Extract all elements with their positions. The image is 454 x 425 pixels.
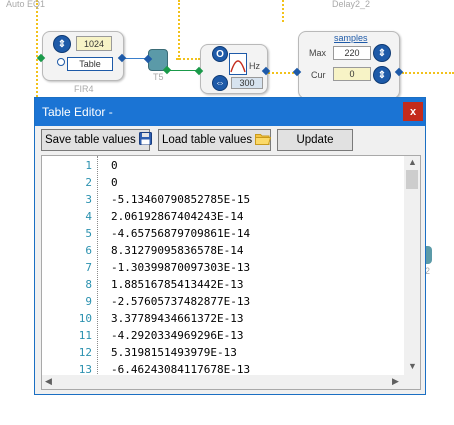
wire-out-right: [402, 72, 454, 74]
table-row[interactable]: 3 -5.13460790852785E-15: [42, 191, 402, 208]
delay-label: Delay2_2: [332, 0, 371, 9]
table-editor-window: Table Editor - x Save table values Load …: [34, 97, 426, 395]
filter-hz-label: Hz: [249, 61, 260, 71]
table-values-editor[interactable]: 1 0 2 0 3 -5.13460790852785E-15 4 2.06192867404…: [41, 155, 421, 390]
wire-vertical-right: [282, 0, 284, 22]
scroll-up-icon[interactable]: ▲: [408, 157, 417, 167]
line-number: 9: [85, 295, 92, 308]
scroll-left-icon[interactable]: ◀: [45, 376, 52, 387]
table-row[interactable]: 20: [42, 174, 402, 191]
line-number: 6: [85, 244, 92, 257]
table-value[interactable]: 0: [111, 174, 118, 191]
wire-vertical-left: [36, 0, 38, 97]
table-row[interactable]: 8 1.88516785413442E-13: [42, 276, 402, 293]
delay-max-value[interactable]: 220: [333, 46, 371, 60]
filter-knob-icon[interactable]: ⇔: [212, 75, 228, 91]
scrollbar-corner: [404, 375, 420, 389]
fir-table-button[interactable]: Table: [67, 57, 113, 71]
update-button-label: Update: [296, 134, 334, 146]
auto-eq-label: Auto EQ1: [6, 0, 46, 9]
table-value[interactable]: 2.06192867404243E-14: [111, 208, 243, 225]
line-number: 12: [78, 346, 92, 359]
table-row[interactable]: 4 2.06192867404243E-14: [42, 208, 402, 225]
save-table-values-button[interactable]: Save table values: [41, 129, 152, 151]
scroll-right-icon[interactable]: ▶: [392, 376, 399, 387]
table-value[interactable]: 1.88516785413442E-13: [111, 276, 243, 293]
filter-power-icon[interactable]: O: [212, 46, 228, 62]
load-table-values-button[interactable]: Load table values: [158, 129, 272, 151]
table-row[interactable]: 7 -1.30399870097303E-13: [42, 259, 402, 276]
line-number: 2: [85, 176, 92, 189]
delay-cur-value[interactable]: 0: [333, 67, 371, 81]
horizontal-scrollbar[interactable]: ◀ ▶: [42, 375, 404, 389]
table-value[interactable]: -2.57605737482877E-13: [111, 293, 250, 310]
line-number: 4: [85, 210, 92, 223]
table-value[interactable]: -1.30399870097303E-13: [111, 259, 250, 276]
update-button[interactable]: Update: [277, 129, 353, 151]
table-row[interactable]: 5 -4.65756879709861E-14: [42, 225, 402, 242]
delay-cur-knob-icon[interactable]: ⇕: [373, 66, 391, 84]
line-number: 8: [85, 278, 92, 291]
table-row[interactable]: 12 5.3198151493979E-13: [42, 344, 402, 361]
line-number: 10: [78, 312, 92, 325]
schematic-canvas[interactable]: Auto EQ1 Delay2_2 ⇕ 1024 Table FIR4 T5 O…: [0, 0, 454, 99]
filter-block[interactable]: O Hz ⇔ 300: [200, 44, 268, 94]
fir-value[interactable]: 1024: [76, 36, 112, 51]
table-value[interactable]: -4.65756879709861E-14: [111, 225, 250, 242]
table-value[interactable]: -4.2920334969296E-13: [111, 327, 243, 344]
line-number: 3: [85, 193, 92, 206]
ts-output-port[interactable]: [162, 65, 172, 75]
line-number: 11: [78, 329, 92, 342]
vertical-scroll-thumb[interactable]: [406, 170, 418, 189]
table-row[interactable]: 11 -4.2920334969296E-13: [42, 327, 402, 344]
ts-label: T5: [153, 72, 164, 82]
delay-cur-label: Cur: [311, 70, 326, 80]
table-row[interactable]: 10: [42, 157, 402, 174]
line-number: 7: [85, 261, 92, 274]
vertical-scrollbar[interactable]: ▲ ▼: [404, 156, 420, 376]
fir-block[interactable]: ⇕ 1024 Table: [42, 31, 124, 81]
save-button-label: Save table values: [45, 134, 136, 146]
folder-icon: [255, 132, 272, 148]
table-value[interactable]: -5.13460790852785E-15: [111, 191, 250, 208]
window-title: Table Editor -: [42, 105, 113, 119]
side-block-fragment[interactable]: [426, 246, 432, 264]
line-number: 1: [85, 159, 92, 172]
table-value[interactable]: 8.31279095836578E-14: [111, 242, 243, 259]
floppy-disk-icon: [138, 132, 152, 148]
wire-horizontal-mid: [176, 58, 200, 60]
table-row[interactable]: 6 8.31279095836578E-14: [42, 242, 402, 259]
fir-knob-icon[interactable]: ⇕: [53, 35, 71, 53]
wire-vertical-mid: [178, 0, 180, 60]
table-row[interactable]: 9 -2.57605737482877E-13: [42, 293, 402, 310]
delay-max-knob-icon[interactable]: ⇕: [373, 44, 391, 62]
fir-label: FIR4: [74, 84, 94, 94]
table-row[interactable]: 10 3.37789434661372E-13: [42, 310, 402, 327]
close-button[interactable]: x: [403, 102, 423, 121]
filter-curve-icon[interactable]: [229, 53, 247, 75]
filter-freq-value[interactable]: 300: [231, 77, 263, 89]
line-number: 5: [85, 227, 92, 240]
load-button-label: Load table values: [162, 134, 253, 146]
table-value[interactable]: 3.37789434661372E-13: [111, 310, 243, 327]
delay-block[interactable]: samples Max 220 ⇕ Cur 0 ⇕: [298, 31, 400, 99]
table-value[interactable]: 0: [111, 157, 118, 174]
title-bar[interactable]: Table Editor - x: [35, 98, 425, 126]
fir-port-icon: [57, 58, 65, 66]
delay-samples-link[interactable]: samples: [334, 33, 368, 43]
table-value[interactable]: 5.3198151493979E-13: [111, 344, 237, 361]
scroll-down-icon[interactable]: ▼: [408, 361, 417, 371]
delay-max-label: Max: [309, 48, 327, 58]
